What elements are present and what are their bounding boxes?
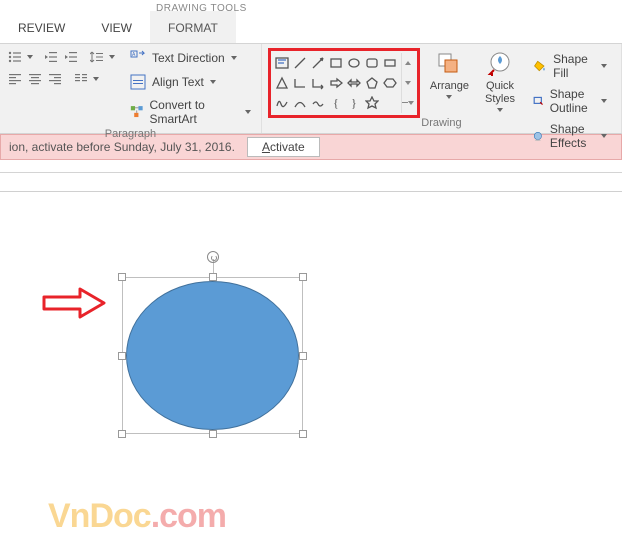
tab-review[interactable]: REVIEW [0,11,83,43]
annotation-arrow-icon [40,285,108,324]
shape-pentagon-icon[interactable] [363,73,381,93]
activate-button-rest: ctivate [270,140,305,154]
ribbon-tabs: DRAWING TOOLS REVIEW VIEW FORMAT [0,0,622,44]
resize-handle-bl[interactable] [118,430,126,438]
group-label-drawing: Drawing [268,117,615,131]
tab-format[interactable]: FORMAT [150,11,236,43]
shape-fill-button[interactable]: Shape Fill [529,50,611,82]
align-center-button[interactable] [26,70,44,88]
resize-handle-r[interactable] [299,352,307,360]
convert-smartart-button[interactable]: Convert to SmartArt [126,96,255,128]
shape-rect-icon[interactable] [327,53,345,73]
resize-handle-b[interactable] [209,430,217,438]
arrange-label: Arrange [430,80,469,93]
shape-arrow-bidir-icon[interactable] [345,73,363,93]
group-paragraph: A Text Direction Align Text Convert to S… [0,44,262,133]
shape-line-icon[interactable] [291,53,309,73]
shape-fill-label: Shape Fill [553,52,595,80]
text-direction-label: Text Direction [152,51,225,65]
shape-roundrect-icon[interactable] [363,53,381,73]
shape-oval-icon[interactable] [345,53,363,73]
align-text-label: Align Text [152,75,204,89]
shape-arc-icon[interactable] [291,93,309,113]
shape-lconnector-icon[interactable] [291,73,309,93]
shape-rect2-icon[interactable] [381,53,399,73]
context-tab-header: DRAWING TOOLS [128,0,275,15]
quick-styles-button[interactable]: Quick Styles [479,48,521,112]
slide-canvas[interactable]: VnDoc.com [0,172,622,560]
shape-outline-button[interactable]: Shape Outline [529,85,611,117]
columns-dropdown[interactable] [92,70,100,88]
shape-triangle-icon[interactable] [273,73,291,93]
group-drawing: { } Arrange Quick Styles [262,44,622,133]
watermark: VnDoc.com [48,497,226,536]
bullets-button[interactable] [6,48,24,66]
resize-handle-t[interactable] [209,273,217,281]
shape-more-icon[interactable] [381,93,399,113]
tab-view[interactable]: VIEW [83,11,150,43]
align-right-button[interactable] [46,70,64,88]
increase-indent-button[interactable] [62,48,80,66]
shapes-gallery[interactable]: { } [268,48,420,118]
shape-star-icon[interactable] [363,93,381,113]
shape-lconnector-arrow-icon[interactable] [309,73,327,93]
arrange-button[interactable]: Arrange [424,48,475,99]
shape-scribble-icon[interactable] [273,93,291,113]
columns-button[interactable] [72,70,90,88]
selection-outline [122,277,303,434]
shape-bracket-right-icon[interactable]: } [345,93,363,113]
bullets-dropdown[interactable] [26,48,34,66]
resize-handle-tl[interactable] [118,273,126,281]
shape-textbox-icon[interactable] [273,53,291,73]
text-direction-button[interactable]: A Text Direction [126,48,255,68]
activate-button[interactable]: Activate [247,137,320,157]
align-left-button[interactable] [6,70,24,88]
ribbon: A Text Direction Align Text Convert to S… [0,44,622,134]
align-text-button[interactable]: Align Text [126,72,255,92]
decrease-indent-button[interactable] [42,48,60,66]
resize-handle-br[interactable] [299,430,307,438]
selected-shape[interactable] [122,277,303,434]
rotation-handle[interactable] [207,251,219,263]
activation-message: ion, activate before Sunday, July 31, 20… [9,140,235,154]
line-spacing-dropdown[interactable] [108,48,116,66]
quick-styles-label: Quick Styles [485,80,515,106]
watermark-part2: .com [151,497,226,535]
shape-wave-icon[interactable] [309,93,327,113]
shape-bracket-left-icon[interactable]: { [327,93,345,113]
gallery-scroll[interactable] [401,53,415,113]
shape-arrowline-icon[interactable] [309,53,327,73]
resize-handle-l[interactable] [118,352,126,360]
shape-hexagon-icon[interactable] [381,73,399,93]
shape-outline-label: Shape Outline [550,87,595,115]
resize-handle-tr[interactable] [299,273,307,281]
watermark-part1: VnDoc [48,497,151,535]
line-spacing-button[interactable] [88,48,106,66]
shape-arrow-right-icon[interactable] [327,73,345,93]
convert-smartart-label: Convert to SmartArt [149,98,238,126]
